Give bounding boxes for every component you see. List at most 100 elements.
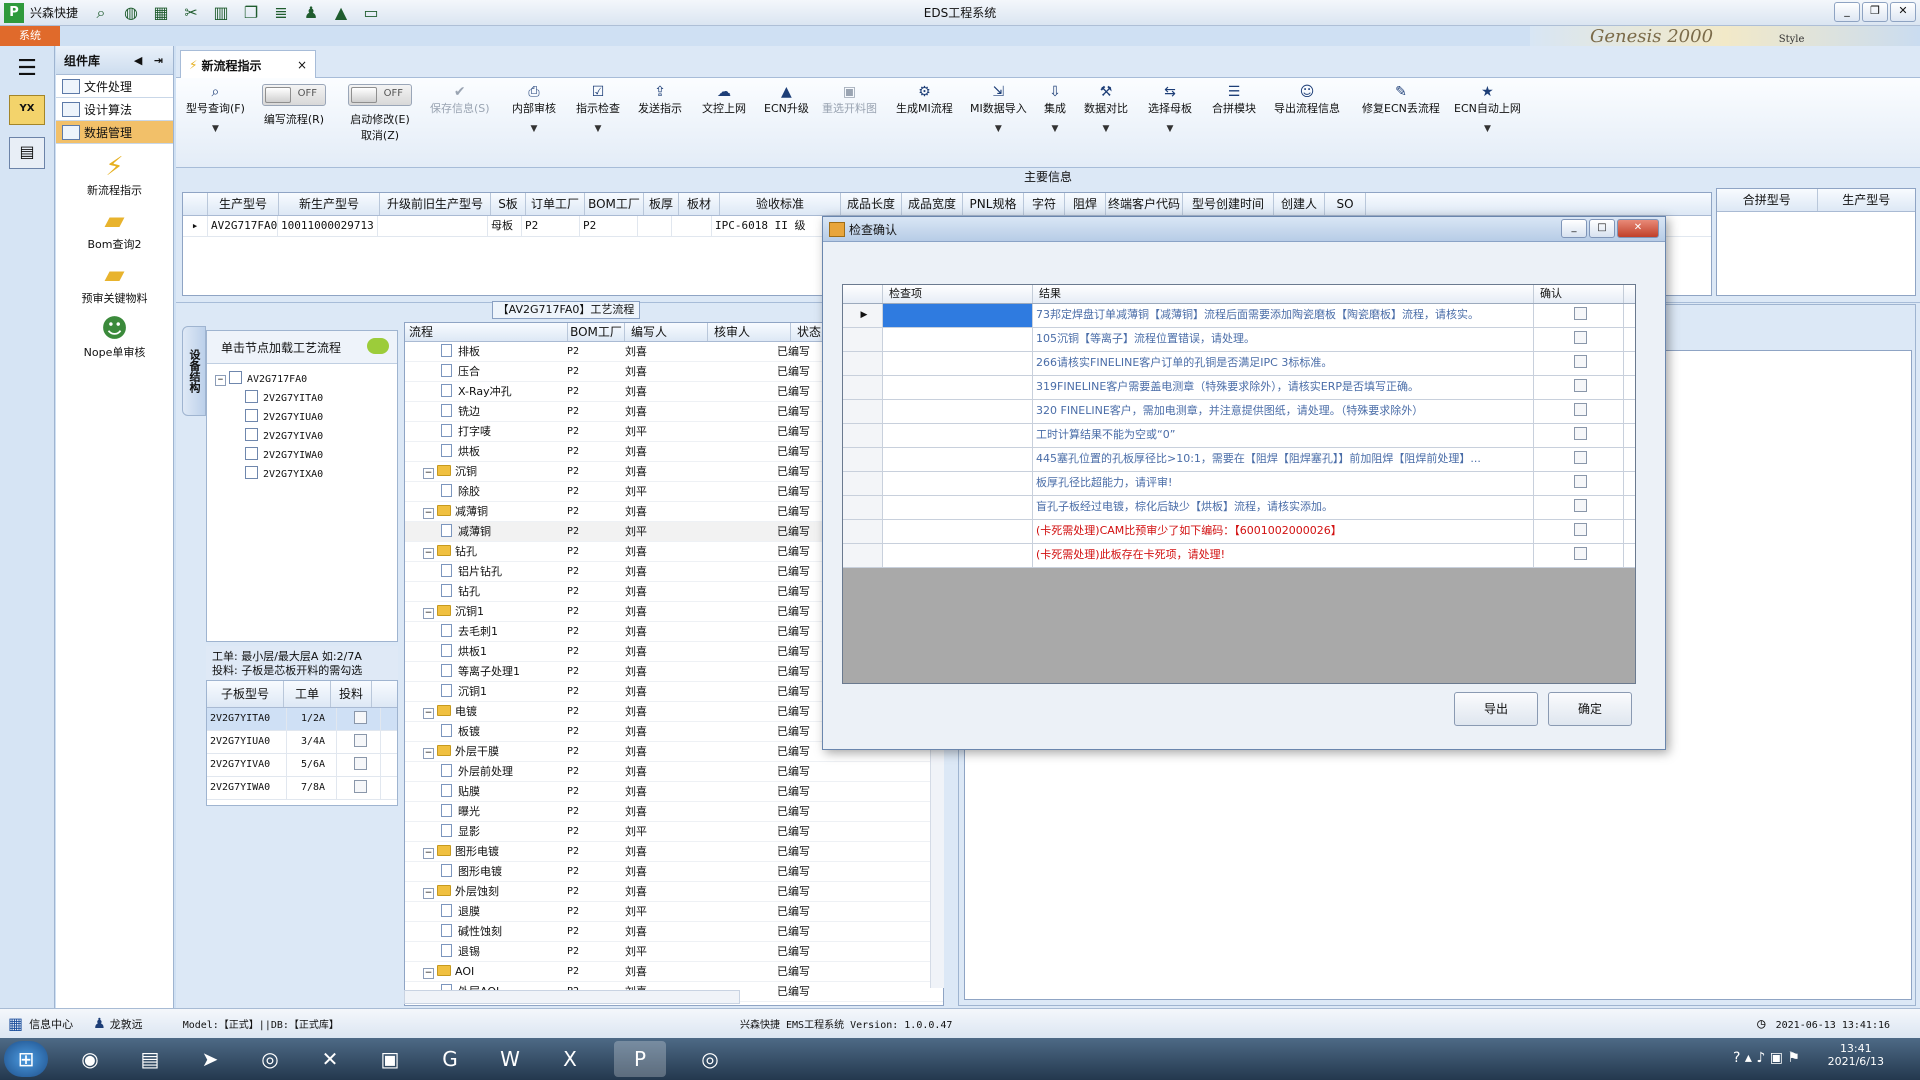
toggle-switch[interactable]: OFF (262, 84, 326, 106)
chevron-down-icon[interactable]: ▼ (1454, 124, 1521, 134)
tool-key-material[interactable]: ▰ 预审关键物料 (56, 260, 173, 306)
column-header[interactable]: 结果 (1033, 285, 1534, 303)
ecn-upgrade-button[interactable]: ▲ ECN升级 (764, 84, 809, 116)
checkbox[interactable] (245, 466, 258, 479)
table-row[interactable]: − AOI P2 刘喜 已编写 (405, 962, 943, 982)
column-header[interactable]: 新生产型号 (279, 193, 380, 215)
collapse-icon[interactable]: − (423, 508, 434, 519)
table-row[interactable]: 320 FINELINE客户，需加电测章，并注意提供图纸，请处理。（特殊要求除外… (843, 400, 1635, 424)
dialog-maximize-button[interactable]: □ (1589, 219, 1615, 238)
row-header[interactable] (843, 376, 883, 399)
column-header[interactable]: 投料 (331, 681, 372, 707)
column-header[interactable]: 子板型号 (207, 681, 284, 707)
minimize-button[interactable]: _ (1834, 2, 1860, 22)
table-cell[interactable]: 10011000029713 (278, 216, 378, 236)
collapse-icon[interactable]: − (423, 708, 434, 719)
table-cell[interactable]: IPC-6018 II 级 (712, 216, 832, 236)
column-header[interactable]: 型号创建时间 (1183, 193, 1274, 215)
table-row[interactable]: 退锡 P2 刘平 已编写 (405, 942, 943, 962)
restore-button[interactable]: ❐ (1862, 2, 1888, 22)
checkbox[interactable] (245, 390, 258, 403)
table-row[interactable]: 图形电镀 P2 刘喜 已编写 (405, 862, 943, 882)
nav-item-file[interactable]: 文件处理 (56, 75, 173, 98)
chevron-down-icon[interactable]: ▼ (1084, 124, 1128, 134)
info-center-label[interactable]: 信息中心 (29, 1016, 73, 1032)
column-header[interactable]: 订单工厂 (526, 193, 585, 215)
collapse-icon[interactable]: − (423, 748, 434, 759)
feed-checkbox[interactable] (353, 757, 367, 770)
menu-icon[interactable]: ☰ (13, 56, 41, 81)
table-row[interactable]: 2V2G7YITA0 1/2A (207, 708, 397, 731)
nav-item-algorithm[interactable]: 设计算法 (56, 98, 173, 121)
check-item-cell[interactable] (883, 376, 1033, 399)
column-header[interactable]: 板厚 (644, 193, 679, 215)
confirm-checkbox[interactable] (1573, 307, 1587, 320)
confirm-checkbox[interactable] (1573, 427, 1587, 440)
table-cell[interactable]: 母板 (488, 216, 522, 236)
write-flow-toggle[interactable]: OFF 编写流程(R) (262, 84, 326, 127)
table-row[interactable]: 2V2G7YIWA0 7/8A (207, 777, 397, 800)
tree-node[interactable]: 2V2G7YIXA0 (215, 465, 397, 484)
checkbox[interactable] (229, 371, 242, 384)
table-row[interactable]: (卡死需处理)CAM比预审少了如下编码：【6001002000026】 (843, 520, 1635, 544)
confirm-checkbox[interactable] (1573, 379, 1587, 392)
style-label[interactable]: Style (1779, 34, 1805, 45)
taskbar-app-bird-icon[interactable]: ➤ (184, 1041, 236, 1077)
feed-checkbox[interactable] (353, 734, 367, 747)
model-query-button[interactable]: ⌕ 型号查询(F) ▼ (186, 84, 245, 134)
check-item-cell[interactable] (883, 544, 1033, 567)
ok-button[interactable]: 确定 (1548, 692, 1632, 726)
column-header[interactable]: 升级前旧生产型号 (380, 193, 491, 215)
windows-grid-icon[interactable]: ▦ (8, 1014, 23, 1033)
checkbox[interactable] (245, 409, 258, 422)
yx-module-icon[interactable]: YX (9, 95, 45, 125)
confirm-checkbox[interactable] (1573, 403, 1587, 416)
column-header[interactable]: 成品宽度 (902, 193, 963, 215)
start-modify-toggle[interactable]: OFF 启动修改(E) 取消(Z) (348, 84, 412, 143)
table-row[interactable]: 盲孔子板经过电镀，棕化后缺少【烘板】流程，请核实添加。 (843, 496, 1635, 520)
column-header[interactable]: 合拼型号 (1717, 189, 1818, 211)
row-header[interactable] (843, 328, 883, 351)
taskbar-app-cross-icon[interactable]: ✕ (304, 1041, 356, 1077)
table-cell[interactable] (672, 216, 712, 236)
taskbar-app-eye2-icon[interactable]: ◎ (684, 1041, 736, 1077)
column-header[interactable]: 核审人 (708, 323, 791, 341)
collapse-icon[interactable]: − (215, 375, 226, 386)
dialog-minimize-button[interactable]: _ (1561, 219, 1587, 238)
instruction-check-button[interactable]: ☑ 指示检查 ▼ (576, 84, 620, 134)
column-header[interactable]: PNL规格 (963, 193, 1024, 215)
taskbar-app-excel-icon[interactable]: X (544, 1041, 596, 1077)
tab-new-flow[interactable]: ⚡ 新流程指示 × (180, 50, 316, 79)
vertical-tab[interactable]: 设备结构 (182, 326, 206, 416)
check-item-cell[interactable] (883, 352, 1033, 375)
chevron-down-icon[interactable]: ▼ (512, 124, 556, 134)
column-header[interactable]: 字符 (1024, 193, 1065, 215)
taskbar-app-eds-icon[interactable]: P (614, 1041, 666, 1077)
row-indicator-icon[interactable]: ▸ (183, 216, 208, 236)
table-row[interactable]: ▶ 73邦定焊盘订单减薄铜【减薄铜】流程后面需要添加陶瓷磨板【陶瓷磨板】流程，请核… (843, 304, 1635, 328)
check-item-cell[interactable] (883, 400, 1033, 423)
confirm-checkbox[interactable] (1573, 475, 1587, 488)
table-row[interactable]: 2V2G7YIUA0 3/4A (207, 731, 397, 754)
column-header[interactable]: 阻焊 (1065, 193, 1106, 215)
tree-node[interactable]: 2V2G7YITA0 (215, 389, 397, 408)
tool-new-flow[interactable]: ⚡ 新流程指示 (56, 152, 173, 198)
close-button[interactable]: ✕ (1890, 2, 1916, 22)
table-row[interactable]: 板厚孔径比超能力，请评审! (843, 472, 1635, 496)
horizontal-scrollbar[interactable] (404, 990, 740, 1004)
mi-import-button[interactable]: ⇲ MI数据导入 ▼ (970, 84, 1027, 134)
check-item-cell[interactable] (883, 496, 1033, 519)
column-header[interactable]: BOM工厂 (585, 193, 644, 215)
column-header[interactable]: 成品长度 (841, 193, 902, 215)
tool-bom-query[interactable]: ▰ Bom查询2 (56, 206, 173, 252)
column-header[interactable]: 验收标准 (720, 193, 841, 215)
row-header[interactable] (843, 496, 883, 519)
collapse-icon[interactable]: ◀ ⇥ (134, 54, 163, 67)
collapse-icon[interactable]: − (423, 608, 434, 619)
column-header[interactable]: 确认 (1534, 285, 1624, 303)
checkbox[interactable] (245, 447, 258, 460)
nav-item-data[interactable]: 数据管理 (56, 121, 173, 144)
table-cell[interactable]: P2 (580, 216, 638, 236)
chevron-down-icon[interactable]: ▼ (576, 124, 620, 134)
start-button[interactable]: ⊞ (4, 1041, 48, 1077)
